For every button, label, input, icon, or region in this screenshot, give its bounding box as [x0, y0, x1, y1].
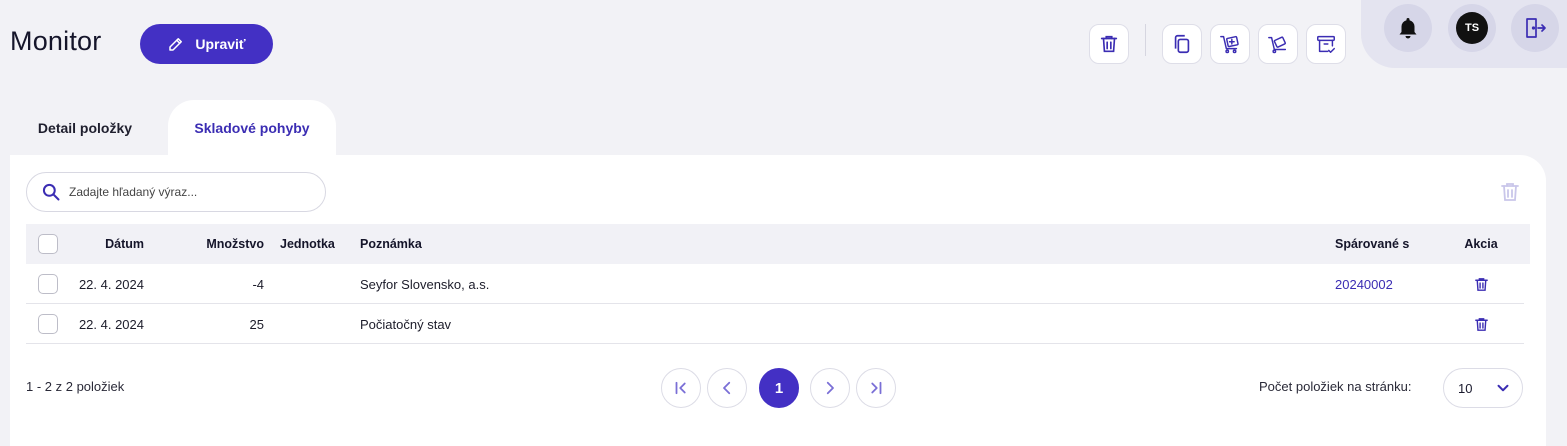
box-plus-icon	[1220, 35, 1239, 54]
chevron-right-icon	[826, 381, 834, 395]
column-header-unit[interactable]: Jednotka	[280, 224, 360, 264]
avatar[interactable]: TS	[1448, 4, 1496, 52]
column-header-quantity[interactable]: Množstvo	[184, 224, 264, 264]
per-page-label: Počet položiek na stránku:	[1259, 379, 1412, 394]
row-quantity: 25	[249, 316, 264, 332]
column-header-paired[interactable]: Spárované s	[1335, 224, 1435, 264]
per-page-select[interactable]: 10	[1443, 368, 1523, 408]
select-all-checkbox[interactable]	[38, 234, 58, 254]
copy-button[interactable]	[1162, 24, 1202, 64]
logout-button[interactable]	[1511, 4, 1559, 52]
chevron-down-icon	[1497, 384, 1509, 392]
stock-movements-panel: Dátum Množstvo Jednotka Poznámka Spárova…	[10, 155, 1546, 446]
archive-button[interactable]	[1306, 24, 1346, 64]
last-page-button[interactable]	[856, 368, 896, 408]
logout-icon	[1526, 18, 1546, 38]
row-note: Seyfor Slovensko, a.s.	[360, 276, 490, 292]
tab-stock-movements[interactable]: Skladové pohyby	[168, 100, 336, 156]
row-delete-icon[interactable]	[1473, 316, 1490, 333]
tab-item-detail[interactable]: Detail položky	[10, 100, 160, 156]
row-paired-link[interactable]: 20240002	[1335, 264, 1435, 304]
per-page-value: 10	[1458, 380, 1473, 396]
row-action	[1451, 264, 1511, 304]
page-title: Monitor	[10, 26, 102, 56]
user-panel: TS	[1361, 0, 1567, 68]
avatar-initials: TS	[1456, 12, 1488, 44]
row-unit	[280, 304, 360, 344]
row-checkbox[interactable]	[38, 314, 58, 334]
table-header: Dátum Množstvo Jednotka Poznámka Spárova…	[26, 224, 1530, 264]
row-paired-link[interactable]	[1335, 304, 1435, 344]
first-page-icon	[675, 381, 686, 395]
row-quantity: -4	[252, 276, 264, 292]
table-row: 22. 4. 2024 25 Počiatočný stav	[26, 304, 1524, 344]
edit-button-label: Upraviť	[195, 36, 246, 52]
receive-stock-button[interactable]	[1210, 24, 1250, 64]
delete-button[interactable]	[1089, 24, 1129, 64]
toolbar-divider	[1145, 24, 1146, 56]
next-page-button[interactable]	[810, 368, 850, 408]
search-input[interactable]	[69, 185, 299, 199]
last-page-icon	[871, 381, 882, 395]
first-page-button[interactable]	[661, 368, 701, 408]
items-summary: 1 - 2 z 2 položiek	[26, 379, 125, 394]
row-action	[1451, 304, 1511, 344]
archive-check-icon	[1317, 35, 1335, 53]
row-delete-icon[interactable]	[1473, 276, 1490, 293]
search-icon	[42, 183, 60, 201]
column-header-note[interactable]: Poznámka	[360, 224, 560, 264]
row-note: Počiatočný stav	[360, 316, 452, 332]
issue-stock-button[interactable]	[1258, 24, 1298, 64]
table-row: 22. 4. 2024 -4 Seyfor Slovensko, a.s. 20…	[26, 264, 1524, 304]
column-header-action: Akcia	[1464, 237, 1498, 251]
column-header-date[interactable]: Dátum	[86, 224, 144, 264]
notifications-button[interactable]	[1384, 4, 1432, 52]
row-unit	[280, 264, 360, 304]
chevron-left-icon	[723, 381, 731, 395]
previous-page-button[interactable]	[707, 368, 747, 408]
hand-truck-icon	[1268, 36, 1287, 54]
copy-icon	[1174, 34, 1190, 54]
edit-button[interactable]: Upraviť	[140, 24, 273, 64]
row-date: 22. 4. 2024	[78, 316, 144, 332]
row-checkbox[interactable]	[38, 274, 58, 294]
trash-icon	[1100, 35, 1118, 53]
row-date: 22. 4. 2024	[78, 276, 144, 292]
bell-icon	[1399, 18, 1417, 39]
pencil-icon	[169, 38, 183, 51]
search-box[interactable]	[26, 172, 326, 212]
bulk-delete-icon[interactable]	[1498, 180, 1522, 204]
page-button-current[interactable]: 1	[759, 368, 799, 408]
